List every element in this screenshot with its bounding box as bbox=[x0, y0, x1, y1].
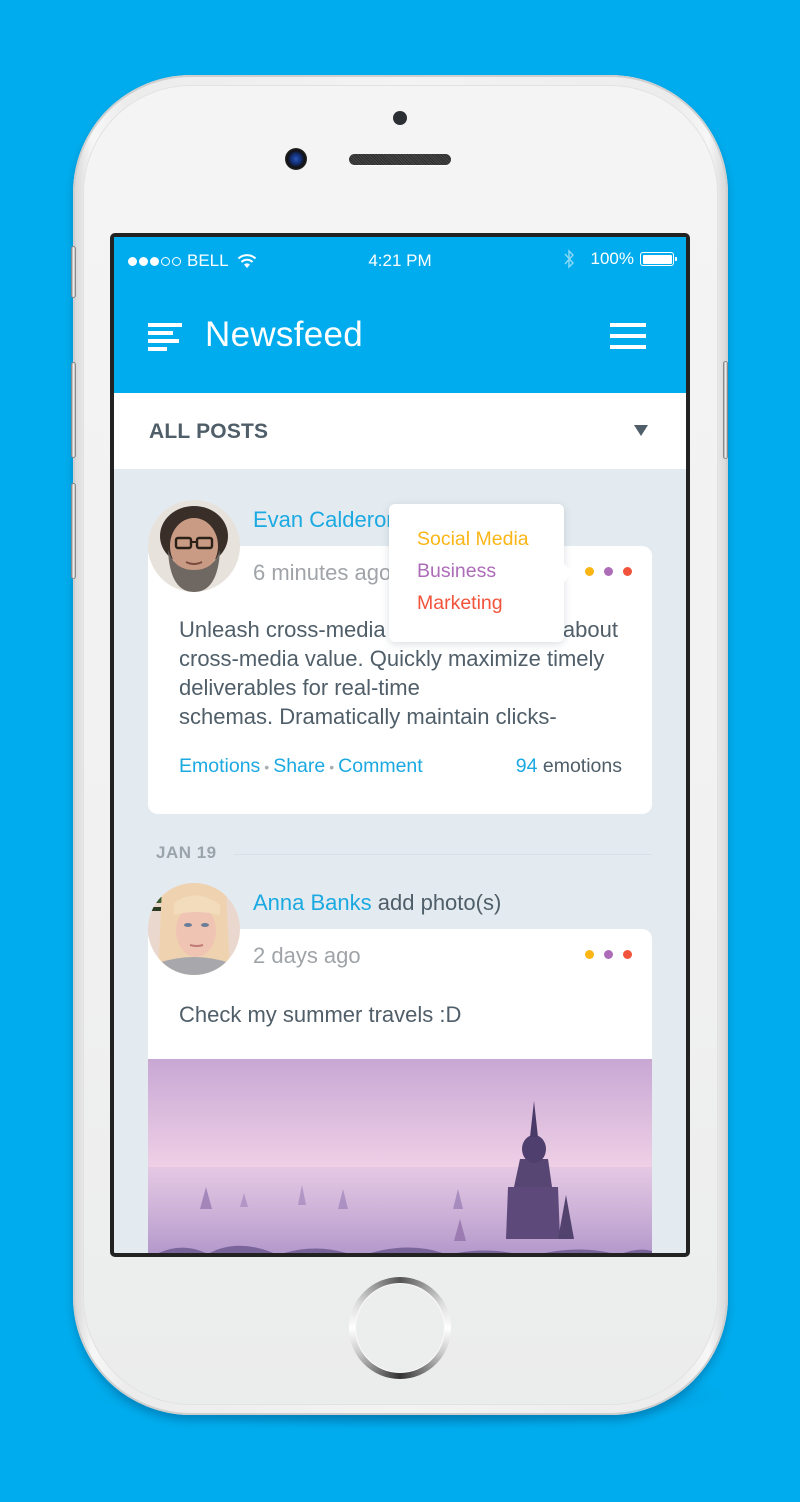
category-popup: Social Media Business Marketing bbox=[389, 504, 573, 642]
battery-percent: 100% bbox=[590, 249, 634, 268]
front-camera bbox=[285, 148, 307, 170]
status-right: 100% bbox=[563, 249, 677, 269]
hamburger-menu-icon[interactable] bbox=[610, 321, 646, 351]
mute-switch bbox=[71, 246, 76, 298]
volume-up-button bbox=[71, 362, 76, 458]
avatar[interactable] bbox=[148, 500, 240, 592]
emotions-count[interactable]: 94 emotions bbox=[516, 755, 622, 778]
separator-dot: • bbox=[264, 759, 270, 775]
post-timestamp: 2 days ago bbox=[253, 943, 361, 968]
author-name-link[interactable]: Evan Calderon bbox=[253, 507, 399, 532]
dot-yellow bbox=[585, 567, 594, 576]
author-name-link[interactable]: Anna Banks bbox=[253, 890, 372, 915]
dot-purple bbox=[604, 567, 613, 576]
emotions-label: emotions bbox=[542, 755, 622, 777]
bluetooth-icon bbox=[563, 249, 574, 269]
comment-link[interactable]: Comment bbox=[338, 755, 423, 777]
proximity-sensor bbox=[393, 111, 407, 125]
dot-red bbox=[623, 950, 632, 959]
category-social-media[interactable]: Social Media bbox=[417, 528, 529, 551]
post-photo-temples[interactable] bbox=[148, 1059, 652, 1253]
share-link[interactable]: Share bbox=[273, 755, 325, 777]
filter-selected-label: ALL POSTS bbox=[149, 420, 269, 443]
post-options-dots[interactable] bbox=[585, 950, 632, 959]
post-author-line: Anna Banks add photo(s) bbox=[253, 890, 501, 916]
emotions-number: 94 bbox=[515, 755, 538, 777]
category-marketing[interactable]: Marketing bbox=[417, 592, 503, 615]
battery-icon bbox=[640, 252, 677, 266]
separator-dot: • bbox=[329, 759, 335, 775]
post-body-line: schemas. Dramatically maintain clicks- bbox=[179, 704, 557, 729]
post-body: Check my summer travels :D bbox=[179, 1002, 462, 1027]
post-action-text: add photo(s) bbox=[377, 890, 502, 915]
home-button[interactable] bbox=[349, 1277, 451, 1379]
dot-red bbox=[623, 567, 632, 576]
dot-purple bbox=[604, 950, 613, 959]
page-title: Newsfeed bbox=[205, 315, 364, 354]
post-body-line: cross-media value. Quickly maximize time… bbox=[179, 646, 605, 671]
power-button bbox=[723, 361, 728, 459]
post-filter-dropdown[interactable]: ALL POSTS bbox=[114, 393, 686, 469]
post-options-dots[interactable] bbox=[585, 567, 632, 576]
avatar[interactable] bbox=[148, 883, 240, 975]
post-actions: Emotions • Share • Comment bbox=[179, 755, 423, 778]
phone-screen: BELL 4:21 PM 100% Newsfeed ALL POSTS Eva… bbox=[110, 233, 690, 1257]
app-bar: Newsfeed bbox=[114, 285, 686, 393]
dropdown-arrow-icon bbox=[634, 425, 648, 436]
battery-fill bbox=[642, 254, 672, 264]
post-timestamp: 6 minutes ago bbox=[253, 560, 392, 585]
earpiece-speaker bbox=[349, 154, 451, 165]
category-business[interactable]: Business bbox=[417, 560, 496, 583]
date-separator-line bbox=[234, 854, 652, 855]
volume-down-button bbox=[71, 483, 76, 579]
date-separator: JAN 19 bbox=[156, 843, 217, 862]
post-body-line: deliverables for real-time bbox=[179, 675, 420, 700]
dot-yellow bbox=[585, 950, 594, 959]
feed-lines-icon[interactable] bbox=[148, 321, 184, 353]
post-author-line: Evan Calderon bbox=[253, 507, 399, 533]
emotions-link[interactable]: Emotions bbox=[179, 755, 260, 777]
status-bar: BELL 4:21 PM 100% bbox=[114, 237, 686, 285]
